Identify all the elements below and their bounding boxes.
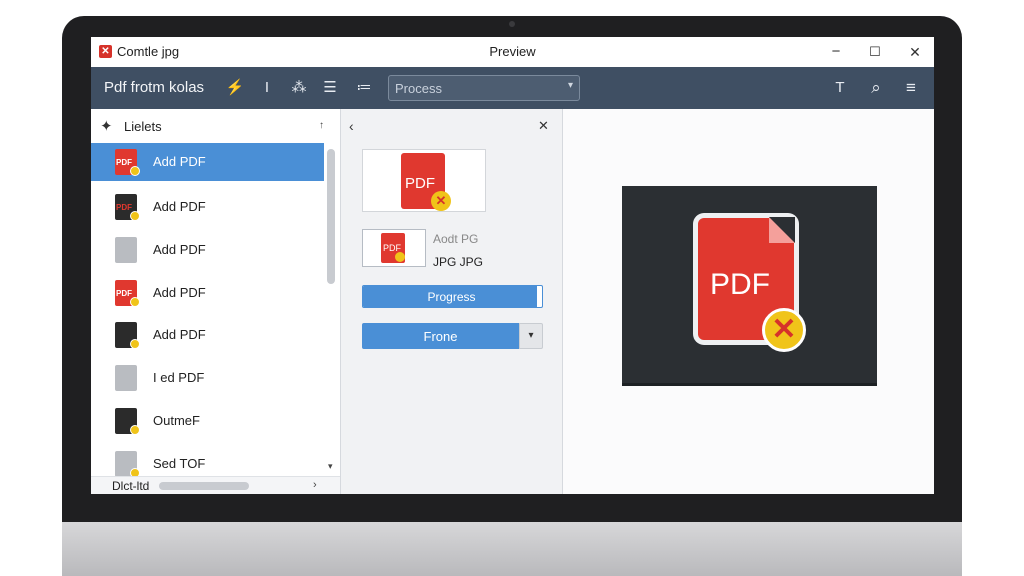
vertical-scrollbar[interactable] <box>327 149 335 284</box>
dark-file-icon <box>115 408 140 435</box>
list-item-label: Add PDF <box>153 285 206 300</box>
pdf-file-icon: PDF ✕ <box>698 217 806 352</box>
dark-file-icon <box>115 322 140 349</box>
file-list-panel: ✦ Lielets ↑ PDF Add PDF PDF Add PDF Add … <box>91 109 341 494</box>
menu-icon[interactable]: ≡ <box>901 78 921 98</box>
monitor-chin <box>62 522 962 576</box>
list-item[interactable]: PDF Add PDF <box>91 188 324 226</box>
file-icon-text: PDF <box>116 203 132 212</box>
scroll-down-icon[interactable]: ▾ <box>328 461 333 472</box>
badge-icon <box>130 425 140 435</box>
badge-icon <box>130 211 140 221</box>
badge-icon <box>395 252 405 262</box>
badge-icon <box>130 339 140 349</box>
format-select-value: Frone <box>423 329 458 344</box>
gray-file-icon <box>115 365 137 391</box>
file-list-header: ✦ Lielets ↑ <box>91 109 341 143</box>
list-item[interactable]: I ed PDF <box>91 359 324 397</box>
preview-canvas: PDF ✕ <box>622 186 877 386</box>
list-footer: Dlct-ltd › <box>91 476 340 494</box>
scroll-right-icon[interactable]: › <box>313 479 317 491</box>
toolbar-title: Pdf frotm kolas <box>104 79 205 96</box>
footer-label: Dlct-ltd <box>112 479 150 493</box>
bolt-icon[interactable]: ⚡ <box>225 78 245 98</box>
pdf-icon-text: PDF <box>405 175 435 192</box>
search-icon[interactable]: ⌕ <box>866 78 886 98</box>
list-item-label: Add PDF <box>153 199 206 214</box>
badge-icon <box>130 166 140 176</box>
progress-label: Progress <box>427 290 476 304</box>
text-icon[interactable]: T <box>830 78 850 98</box>
file-icon-text: PDF <box>116 289 132 298</box>
pdf-file-icon: PDF <box>115 280 140 307</box>
text-cursor-icon[interactable]: I <box>257 78 277 98</box>
error-badge-icon: ✕ <box>431 191 451 211</box>
bullet-list-icon[interactable]: ≔ <box>354 78 374 98</box>
badge-icon <box>130 297 140 307</box>
maximize-button[interactable]: ☐ <box>863 41 887 63</box>
list-item[interactable]: Add PDF <box>91 316 324 354</box>
chevron-down-icon[interactable]: ▾ <box>519 323 543 349</box>
error-badge-icon: ✕ <box>762 308 806 352</box>
progress-button[interactable]: Progress <box>362 285 543 308</box>
list-item-label: I ed PDF <box>153 370 205 385</box>
list-item[interactable]: PDF Add PDF <box>91 274 324 312</box>
pdf-file-icon: PDF <box>115 149 140 176</box>
list-icon[interactable]: ☰ <box>320 78 340 98</box>
back-icon[interactable]: ‹ <box>349 118 354 134</box>
conversion-panel: ‹ ✕ PDF ✕ PDF Aodt PG JPG JPG Progress F… <box>341 109 563 494</box>
list-item[interactable]: Add PDF <box>91 231 324 269</box>
app-logo-icon: ✕ <box>99 45 112 58</box>
pdf-file-icon: PDF <box>381 233 405 263</box>
list-item[interactable]: PDF Add PDF <box>91 143 324 181</box>
sort-icon[interactable]: ↑ <box>319 120 324 131</box>
pdf-icon-text: PDF <box>710 268 770 301</box>
process-dropdown-value: Process <box>395 81 442 96</box>
chevron-down-icon: ▾ <box>567 80 573 91</box>
file-icon-text: PDF <box>116 158 132 167</box>
list-item-label: OutmeF <box>153 413 200 428</box>
list-item-label: Add PDF <box>153 327 206 342</box>
gray-file-icon <box>115 451 140 478</box>
magic-wand-icon[interactable]: ⁂ <box>289 78 309 98</box>
small-thumbnail[interactable]: PDF <box>362 229 426 267</box>
dark-file-icon: PDF <box>115 194 140 221</box>
sparkle-icon: ✦ <box>100 118 113 135</box>
pdf-file-icon: PDF ✕ <box>401 153 451 211</box>
minimize-button[interactable]: − <box>824 41 848 63</box>
file-title: Comtle jpg <box>117 44 180 59</box>
window-title: Preview <box>489 44 536 59</box>
app-window: ✕ Comtle jpg Preview − ☐ ✕ Pdf frotm kol… <box>91 37 934 494</box>
collapse-icon[interactable]: ✕ <box>538 118 549 134</box>
format-select-button[interactable]: Frone <box>362 323 519 349</box>
gray-file-icon <box>115 237 137 263</box>
thumbnail-caption: Aodt PG <box>433 232 479 246</box>
large-thumbnail[interactable]: PDF ✕ <box>362 149 486 212</box>
horizontal-scrollbar[interactable] <box>159 482 249 490</box>
webcam <box>509 21 515 27</box>
process-dropdown[interactable]: Process ▾ <box>388 75 580 101</box>
preview-panel: PDF ✕ <box>563 109 934 494</box>
thumbnail-format: JPG JPG <box>433 255 484 269</box>
list-item[interactable]: OutmeF <box>91 402 324 440</box>
list-item-label: Add PDF <box>153 154 206 169</box>
title-bar: ✕ Comtle jpg Preview − ☐ ✕ <box>91 37 934 67</box>
list-item-label: Add PDF <box>153 242 206 257</box>
file-list-title: Lielets <box>124 119 162 134</box>
list-item-label: Sed TOF <box>153 456 206 471</box>
close-button[interactable]: ✕ <box>903 41 927 63</box>
page-fold <box>769 217 795 243</box>
toolbar: Pdf frotm kolas ⚡ I ⁂ ☰ ≔ Process ▾ T ⌕ … <box>91 67 934 109</box>
